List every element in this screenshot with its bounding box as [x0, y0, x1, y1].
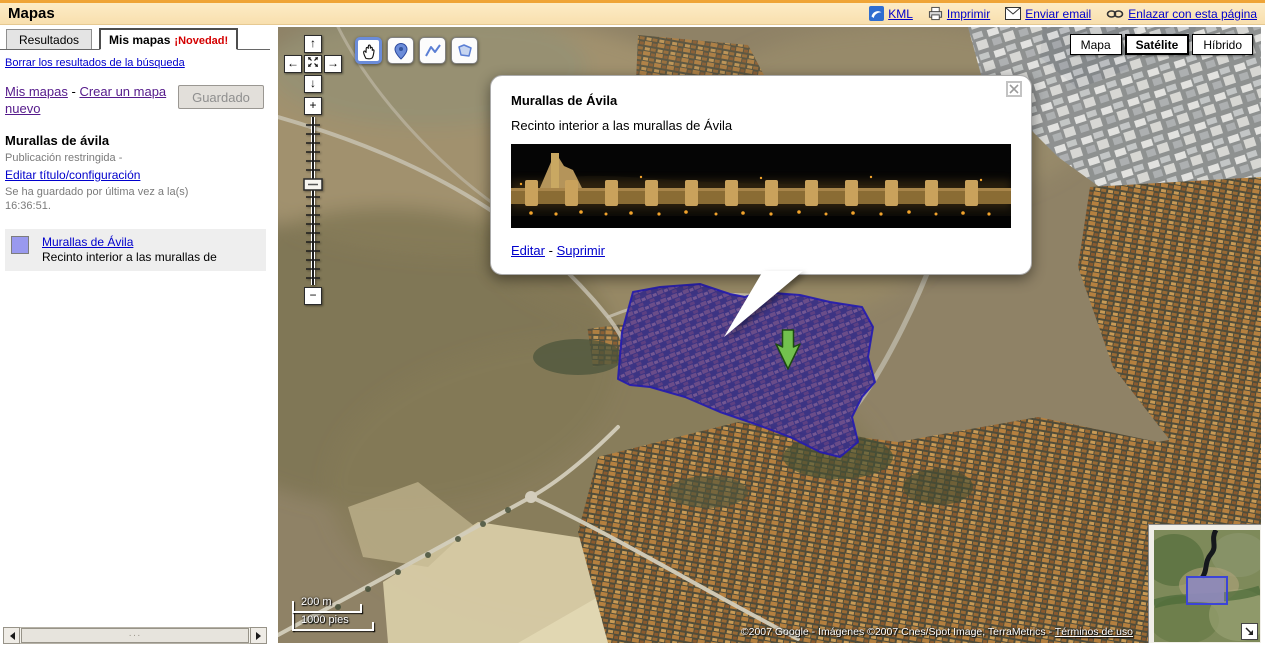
kml-earth-icon — [869, 6, 884, 21]
scale-bar: 200 m 1000 pies — [292, 597, 402, 637]
left-arrow-icon — [6, 632, 15, 640]
pan-down-button[interactable]: ↓ — [304, 75, 322, 93]
publication-status: Publicación restringida - — [5, 151, 266, 165]
pan-left-button[interactable]: ← — [284, 55, 302, 73]
hand-tool-button[interactable] — [355, 37, 382, 64]
page-title: Mapas — [8, 5, 55, 22]
zoom-in-button[interactable]: + — [304, 97, 322, 115]
chain-link-icon — [1106, 8, 1124, 20]
sidebar-body: Borrar los resultados de la búsqueda Gua… — [0, 50, 270, 271]
scrollbar-track[interactable]: ··· — [20, 627, 250, 644]
link-separator: - — [71, 84, 75, 99]
scale-metric-label: 200 m — [301, 596, 332, 608]
print-label: Imprimir — [947, 7, 990, 21]
email-icon — [1005, 7, 1021, 20]
collapse-arrow-icon — [1244, 626, 1255, 637]
pan-up-button[interactable]: ↑ — [304, 35, 322, 53]
overview-minimap[interactable] — [1148, 524, 1261, 643]
email-link[interactable]: Enviar email — [1005, 7, 1091, 21]
viewport-rectangle[interactable] — [1187, 577, 1227, 604]
kml-link[interactable]: KML — [869, 6, 913, 21]
thumb-grip: ··· — [129, 630, 142, 641]
pan-right-button[interactable]: → — [324, 55, 342, 73]
link-to-page-label: Enlazar con esta página — [1128, 7, 1257, 21]
feature-list-item[interactable]: Murallas de Ávila Recinto interior a las… — [5, 229, 266, 271]
mis-mapas-link[interactable]: Mis mapas — [5, 84, 68, 99]
tab-resultados[interactable]: Resultados — [6, 29, 92, 49]
sidebar-horizontal-scrollbar[interactable]: ··· — [3, 627, 267, 644]
polyline-icon — [424, 42, 442, 60]
pan-center-button[interactable] — [304, 55, 322, 73]
google-maps-page: Mapas KML Imprimir Enviar email — [0, 0, 1265, 648]
content-area: Resultados Mis mapas ¡Novedad! Borrar los… — [0, 25, 1265, 648]
edit-title-link[interactable]: Editar título/configuración — [5, 168, 140, 182]
scale-imperial-label: 1000 pies — [301, 614, 349, 626]
kml-label: KML — [888, 7, 913, 21]
header-links: KML Imprimir Enviar email Enlazar con es… — [869, 6, 1257, 21]
avila-walls-photo — [511, 144, 1011, 228]
scroll-left-button[interactable] — [3, 627, 20, 644]
polyline-tool-button[interactable] — [419, 37, 446, 64]
info-window-title: Murallas de Ávila — [511, 93, 1011, 108]
info-window-actions: Editar - Suprimir — [511, 243, 1011, 258]
info-window-close-button[interactable] — [1006, 81, 1022, 97]
info-window: Murallas de Ávila Recinto interior a las… — [490, 75, 1032, 275]
zoom-slider-handle[interactable] — [304, 179, 322, 190]
map-type-switcher: Mapa Satélite Híbrido — [1070, 34, 1253, 55]
polygon-icon — [456, 42, 474, 60]
tab-mis-mapas[interactable]: Mis mapas ¡Novedad! — [99, 28, 238, 50]
right-arrow-icon — [256, 632, 265, 640]
map-type-mapa-button[interactable]: Mapa — [1070, 34, 1122, 55]
map-canvas[interactable]: ↑ ← → ↓ + — [278, 27, 1261, 643]
clear-results-link[interactable]: Borrar los resultados de la búsqueda — [5, 57, 185, 69]
header: Mapas KML Imprimir Enviar email — [0, 0, 1265, 25]
polygon-tool-button[interactable] — [451, 37, 478, 64]
center-crosshair-icon — [307, 56, 319, 68]
map-title: Murallas de ávila — [5, 133, 266, 148]
my-maps-row: Guardado Mis mapas - Crear un mapa nuevo — [5, 83, 266, 117]
email-label: Enviar email — [1025, 7, 1091, 21]
map-copyright: ©2007 Google - Imágenes ©2007 Cnes/Spot … — [741, 626, 1133, 638]
info-window-tail — [716, 271, 826, 337]
print-link[interactable]: Imprimir — [928, 6, 990, 21]
last-saved-time: 16:36:51. — [5, 200, 51, 212]
map-type-satelite-button[interactable]: Satélite — [1125, 34, 1190, 55]
zoom-out-button[interactable]: − — [304, 287, 322, 305]
placemark-tool-button[interactable] — [387, 37, 414, 64]
sidebar-tabs: Resultados Mis mapas ¡Novedad! — [0, 27, 270, 50]
map-type-hibrido-button[interactable]: Híbrido — [1192, 34, 1253, 55]
polygon-color-swatch — [11, 236, 29, 254]
last-saved-line1: Se ha guardado por última vez a la(s) — [5, 186, 188, 198]
drawing-toolbar — [355, 37, 478, 64]
scroll-right-button[interactable] — [250, 627, 267, 644]
scrollbar-thumb[interactable]: ··· — [21, 628, 249, 643]
copyright-text: ©2007 Google - Imágenes ©2007 Cnes/Spot … — [741, 626, 1055, 638]
close-icon — [1009, 84, 1019, 94]
info-window-description: Recinto interior a las murallas de Ávila — [511, 118, 1011, 133]
sidebar: Resultados Mis mapas ¡Novedad! Borrar los… — [0, 25, 270, 648]
last-saved-text: Se ha guardado por última vez a la(s) 16… — [5, 185, 266, 213]
editar-link[interactable]: Editar — [511, 243, 545, 258]
zoom-slider[interactable] — [302, 115, 324, 287]
feature-texts: Murallas de Ávila Recinto interior a las… — [42, 235, 217, 264]
feature-description: Recinto interior a las murallas de — [42, 250, 217, 264]
minimap-collapse-button[interactable] — [1241, 623, 1258, 640]
feature-title-link[interactable]: Murallas de Ávila — [42, 235, 133, 249]
printer-icon — [928, 6, 943, 21]
link-to-page-link[interactable]: Enlazar con esta página — [1106, 7, 1257, 21]
suprimir-link[interactable]: Suprimir — [557, 243, 605, 258]
guardado-button[interactable]: Guardado — [178, 85, 264, 109]
hand-icon — [360, 42, 378, 60]
actions-separator: - — [549, 243, 553, 258]
novedad-badge: ¡Novedad! — [174, 35, 228, 47]
terms-link[interactable]: Términos de uso — [1055, 626, 1133, 638]
placemark-icon — [392, 42, 410, 60]
tab-mis-mapas-label: Mis mapas — [109, 33, 170, 47]
